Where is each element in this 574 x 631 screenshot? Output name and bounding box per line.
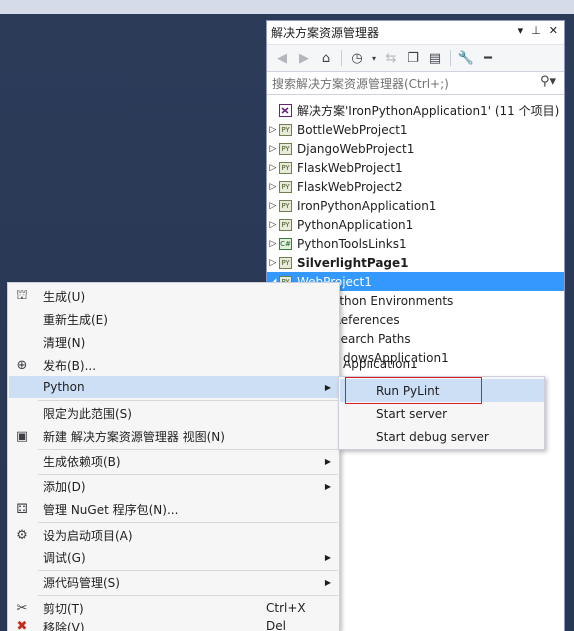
- preview-icon[interactable]: ━: [479, 49, 497, 67]
- chevron-down-icon[interactable]: ▾: [370, 49, 378, 67]
- menu-item-remove[interactable]: ✖ 移除(V) Del: [9, 619, 339, 631]
- panel-title: 解决方案资源管理器: [271, 26, 380, 40]
- menu-item-manage-nuget[interactable]: ⚃ 管理 NuGet 程序包(N)...: [9, 498, 339, 520]
- expand-arrow-icon[interactable]: ▷: [267, 125, 279, 135]
- expand-arrow-icon[interactable]: ▷: [267, 163, 279, 173]
- toolbar-separator: [450, 50, 451, 66]
- child-label: Application1: [343, 361, 418, 371]
- collapse-all-icon[interactable]: ❐: [404, 49, 422, 67]
- menu-item-source-control[interactable]: 源代码管理(S) ▶: [9, 571, 339, 593]
- project-label: IronPythonApplication1: [297, 198, 437, 213]
- scissors-icon: ✂: [16, 600, 28, 616]
- submenu-item-start-debug-server[interactable]: Start debug server: [340, 425, 544, 448]
- menu-item-clean[interactable]: 清理(N): [9, 331, 339, 353]
- menu-item-scope-to-this[interactable]: 限定为此范围(S): [9, 402, 339, 424]
- python-project-icon: PY: [279, 256, 292, 269]
- expand-arrow-icon[interactable]: ▷: [267, 201, 279, 211]
- submenu-arrow-icon: ▶: [324, 456, 331, 466]
- menu-separator: [38, 400, 338, 401]
- csharp-project-icon: C#: [279, 237, 292, 250]
- menu-separator: [38, 522, 338, 523]
- back-icon[interactable]: ◀: [273, 49, 291, 67]
- python-project-icon: PY: [279, 161, 292, 174]
- project-label: DjangoWebProject1: [297, 141, 415, 156]
- menu-item-set-startup[interactable]: ⚙ 设为启动项目(A): [9, 524, 339, 546]
- new-view-icon: ▣: [15, 428, 29, 444]
- tree-item-project[interactable]: ▷ PY FlaskWebProject2: [267, 177, 564, 196]
- solution-icon: [279, 104, 292, 117]
- gear-icon: ⚙: [16, 527, 28, 543]
- dropdown-arrow-icon[interactable]: ▾: [518, 24, 524, 37]
- publish-globe-icon: ⊕: [16, 357, 28, 373]
- build-icon: ⛫: [16, 287, 28, 303]
- tree-item-project[interactable]: ▷ PY PythonApplication1: [267, 215, 564, 234]
- project-label: SilverlightPage1: [297, 255, 409, 270]
- menu-item-add[interactable]: 添加(D) ▶: [9, 475, 339, 497]
- close-icon[interactable]: ✕: [549, 24, 558, 37]
- submenu-arrow-icon: ▶: [324, 382, 331, 392]
- properties-wrench-icon[interactable]: 🔧: [457, 49, 475, 67]
- tree-item-project[interactable]: ▷ PY BottleWebProject1: [267, 120, 564, 139]
- solution-explorer-search[interactable]: 搜索解决方案资源管理器(Ctrl+;) ⚲▾: [267, 71, 564, 95]
- menu-item-publish[interactable]: ⊕ 发布(B)...: [9, 354, 339, 376]
- python-project-icon: PY: [279, 123, 292, 136]
- submenu-arrow-icon: ▶: [324, 577, 331, 587]
- search-icon[interactable]: ⚲▾: [540, 74, 556, 89]
- submenu-item-start-server[interactable]: Start server: [340, 402, 544, 425]
- python-project-icon: PY: [279, 218, 292, 231]
- show-all-files-icon[interactable]: ▤: [426, 49, 444, 67]
- menu-item-new-view[interactable]: ▣ 新建 解决方案资源管理器 视图(N): [9, 425, 339, 447]
- menu-item-cut[interactable]: ✂ 剪切(T) Ctrl+X: [9, 597, 339, 619]
- sync-icon[interactable]: ⇆: [382, 49, 400, 67]
- top-title-bar: [0, 0, 574, 14]
- menu-separator: [38, 595, 338, 596]
- tree-item-project[interactable]: ▷ PY DjangoWebProject1: [267, 139, 564, 158]
- child-label: References: [333, 312, 400, 327]
- expand-arrow-icon[interactable]: ▷: [267, 182, 279, 192]
- pending-changes-icon[interactable]: ◷: [348, 49, 366, 67]
- python-project-icon: PY: [279, 199, 292, 212]
- python-project-icon: PY: [279, 180, 292, 193]
- tree-item-project[interactable]: ▷ PY FlaskWebProject1: [267, 158, 564, 177]
- menu-item-build[interactable]: ⛫ 生成(U): [9, 285, 339, 307]
- project-label: PythonToolsLinks1: [297, 236, 407, 251]
- project-label: FlaskWebProject2: [297, 179, 403, 194]
- menu-item-python[interactable]: Python ▶: [9, 376, 339, 398]
- nuget-icon: ⚃: [16, 501, 28, 517]
- tree-item-project[interactable]: ▷ PY SilverlightPage1: [267, 253, 564, 272]
- remove-x-icon: ✖: [16, 619, 28, 631]
- project-label: FlaskWebProject1: [297, 160, 403, 175]
- search-input[interactable]: 搜索解决方案资源管理器(Ctrl+;): [272, 75, 449, 92]
- tree-item-project[interactable]: ▷ PY IronPythonApplication1: [267, 196, 564, 215]
- expand-arrow-icon[interactable]: ▷: [267, 220, 279, 230]
- project-context-menu: ⛫ 生成(U) 重新生成(E) 清理(N) ⊕ 发布(B)... Python …: [7, 282, 340, 631]
- home-icon[interactable]: ⌂: [317, 49, 335, 67]
- project-label: BottleWebProject1: [297, 122, 408, 137]
- child-label: Python Environments: [325, 293, 454, 308]
- expand-arrow-icon[interactable]: ▷: [267, 239, 279, 249]
- menu-item-rebuild[interactable]: 重新生成(E): [9, 308, 339, 330]
- expand-arrow-icon[interactable]: ▷: [267, 258, 279, 268]
- project-label: PythonApplication1: [297, 217, 414, 232]
- highlight-annotation-box: [345, 377, 482, 404]
- submenu-arrow-icon: ▶: [324, 481, 331, 491]
- solution-explorer-title-bar: 解决方案资源管理器 ▾ ⊥ ✕: [267, 21, 564, 44]
- python-project-icon: PY: [279, 142, 292, 155]
- expand-arrow-icon[interactable]: ▷: [267, 144, 279, 154]
- menu-item-build-dependencies[interactable]: 生成依赖项(B) ▶: [9, 450, 339, 472]
- child-label: Search Paths: [333, 331, 411, 346]
- toolbar-separator: [341, 50, 342, 66]
- solution-label: 解决方案'IronPythonApplication1' (11 个项目): [297, 104, 560, 118]
- solution-explorer-toolbar: ◀ ▶ ⌂ ◷ ▾ ⇆ ❐ ▤ 🔧 ━: [267, 44, 564, 71]
- solution-root[interactable]: 解决方案'IronPythonApplication1' (11 个项目): [267, 101, 564, 120]
- menu-item-debug[interactable]: 调试(G) ▶: [9, 546, 339, 568]
- tree-item-project[interactable]: ▷ C# PythonToolsLinks1: [267, 234, 564, 253]
- pin-icon[interactable]: ⊥: [531, 24, 541, 37]
- forward-icon[interactable]: ▶: [295, 49, 313, 67]
- submenu-arrow-icon: ▶: [324, 552, 331, 562]
